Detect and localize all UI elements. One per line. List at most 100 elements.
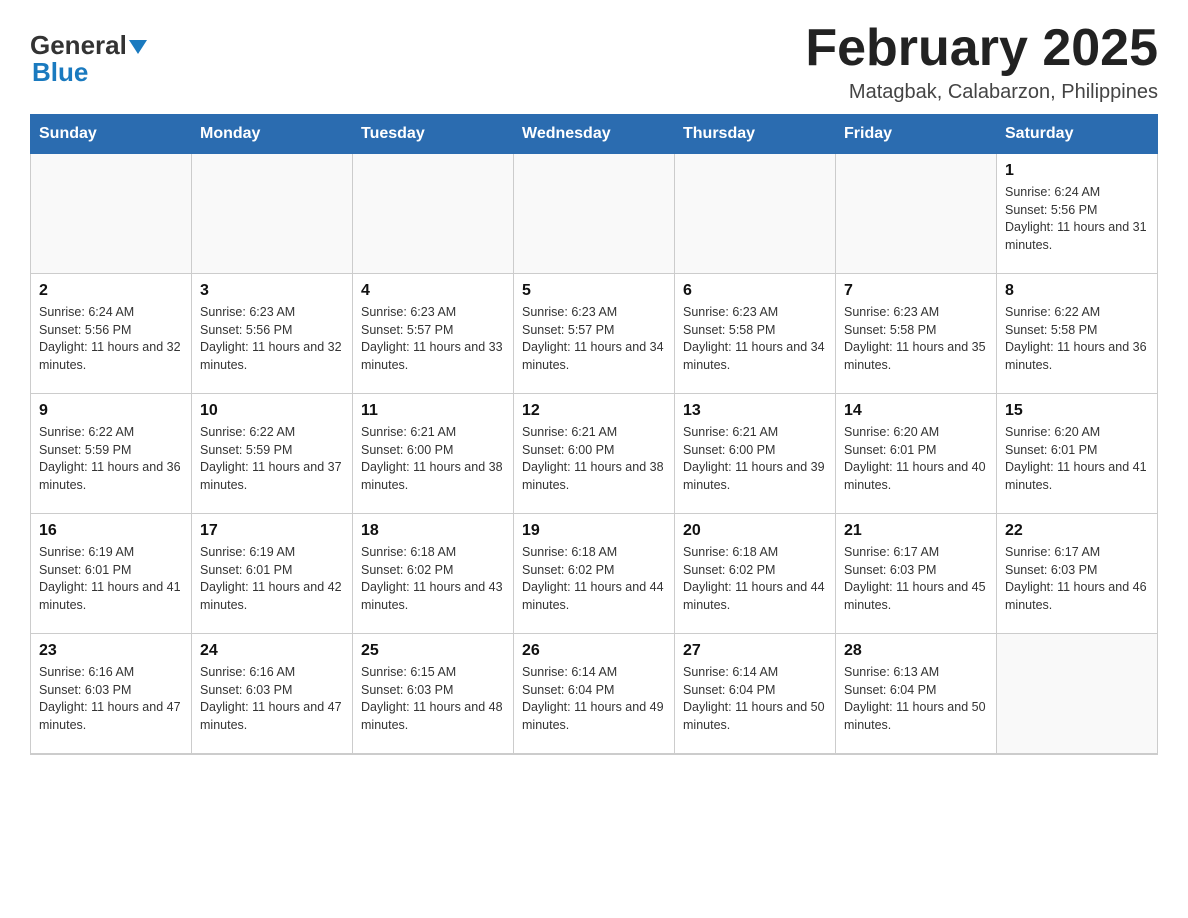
- calendar-day-cell: 26 Sunrise: 6:14 AMSunset: 6:04 PMDayligh…: [514, 634, 675, 754]
- day-number: 5: [522, 282, 666, 300]
- day-number: 1: [1005, 162, 1149, 180]
- calendar-week-row: 16 Sunrise: 6:19 AMSunset: 6:01 PMDayligh…: [31, 514, 1158, 634]
- page-header: General Blue February 2025 Matagbak, Cal…: [30, 20, 1158, 104]
- calendar-week-row: 1 Sunrise: 6:24 AMSunset: 5:56 PMDaylight…: [31, 154, 1158, 274]
- day-number: 21: [844, 522, 988, 540]
- day-info: Sunrise: 6:23 AMSunset: 5:57 PMDaylight:…: [361, 304, 505, 374]
- day-info: Sunrise: 6:22 AMSunset: 5:59 PMDaylight:…: [39, 424, 183, 494]
- day-info: Sunrise: 6:18 AMSunset: 6:02 PMDaylight:…: [361, 544, 505, 614]
- day-info: Sunrise: 6:21 AMSunset: 6:00 PMDaylight:…: [522, 424, 666, 494]
- calendar-day-cell: 9 Sunrise: 6:22 AMSunset: 5:59 PMDaylight…: [31, 394, 192, 514]
- calendar-day-cell: 11 Sunrise: 6:21 AMSunset: 6:00 PMDayligh…: [353, 394, 514, 514]
- day-info: Sunrise: 6:19 AMSunset: 6:01 PMDaylight:…: [200, 544, 344, 614]
- day-number: 13: [683, 402, 827, 420]
- calendar-day-cell: [514, 154, 675, 274]
- day-info: Sunrise: 6:20 AMSunset: 6:01 PMDaylight:…: [1005, 424, 1149, 494]
- day-number: 4: [361, 282, 505, 300]
- weekday-header-thursday: Thursday: [675, 115, 836, 154]
- calendar-day-cell: 23 Sunrise: 6:16 AMSunset: 6:03 PMDayligh…: [31, 634, 192, 754]
- calendar-day-cell: 6 Sunrise: 6:23 AMSunset: 5:58 PMDaylight…: [675, 274, 836, 394]
- day-number: 12: [522, 402, 666, 420]
- day-number: 6: [683, 282, 827, 300]
- calendar-day-cell: [675, 154, 836, 274]
- day-number: 9: [39, 402, 183, 420]
- calendar-day-cell: 12 Sunrise: 6:21 AMSunset: 6:00 PMDayligh…: [514, 394, 675, 514]
- calendar-day-cell: 21 Sunrise: 6:17 AMSunset: 6:03 PMDayligh…: [836, 514, 997, 634]
- calendar-day-cell: 5Sunrise: 6:23 AMSunset: 5:57 PMDaylight…: [514, 274, 675, 394]
- day-info: Sunrise: 6:18 AMSunset: 6:02 PMDaylight:…: [683, 544, 827, 614]
- calendar-day-cell: 1 Sunrise: 6:24 AMSunset: 5:56 PMDaylight…: [997, 154, 1158, 274]
- day-info: Sunrise: 6:23 AMSunset: 5:58 PMDaylight:…: [683, 304, 827, 374]
- day-info: Sunrise: 6:22 AMSunset: 5:59 PMDaylight:…: [200, 424, 344, 494]
- day-number: 14: [844, 402, 988, 420]
- calendar-day-cell: 2 Sunrise: 6:24 AMSunset: 5:56 PMDaylight…: [31, 274, 192, 394]
- day-info: Sunrise: 6:17 AMSunset: 6:03 PMDaylight:…: [844, 544, 988, 614]
- day-number: 22: [1005, 522, 1149, 540]
- day-info: Sunrise: 6:21 AMSunset: 6:00 PMDaylight:…: [683, 424, 827, 494]
- day-info: Sunrise: 6:21 AMSunset: 6:00 PMDaylight:…: [361, 424, 505, 494]
- calendar-day-cell: [31, 154, 192, 274]
- calendar-day-cell: 10 Sunrise: 6:22 AMSunset: 5:59 PMDayligh…: [192, 394, 353, 514]
- calendar-day-cell: 20 Sunrise: 6:18 AMSunset: 6:02 PMDayligh…: [675, 514, 836, 634]
- day-info: Sunrise: 6:18 AMSunset: 6:02 PMDaylight:…: [522, 544, 666, 614]
- day-info: Sunrise: 6:24 AMSunset: 5:56 PMDaylight:…: [1005, 184, 1149, 254]
- day-info: Sunrise: 6:20 AMSunset: 6:01 PMDaylight:…: [844, 424, 988, 494]
- day-number: 3: [200, 282, 344, 300]
- calendar-day-cell: 17 Sunrise: 6:19 AMSunset: 6:01 PMDayligh…: [192, 514, 353, 634]
- calendar-day-cell: 25 Sunrise: 6:15 AMSunset: 6:03 PMDayligh…: [353, 634, 514, 754]
- calendar-day-cell: 22Sunrise: 6:17 AMSunset: 6:03 PMDayligh…: [997, 514, 1158, 634]
- calendar-day-cell: 13 Sunrise: 6:21 AMSunset: 6:00 PMDayligh…: [675, 394, 836, 514]
- day-number: 28: [844, 642, 988, 660]
- weekday-header-sunday: Sunday: [31, 115, 192, 154]
- weekday-header-friday: Friday: [836, 115, 997, 154]
- weekday-header-tuesday: Tuesday: [353, 115, 514, 154]
- calendar-day-cell: [997, 634, 1158, 754]
- day-number: 15: [1005, 402, 1149, 420]
- logo-triangle-icon: [127, 30, 149, 61]
- calendar-week-row: 23 Sunrise: 6:16 AMSunset: 6:03 PMDayligh…: [31, 634, 1158, 754]
- calendar-day-cell: 8Sunrise: 6:22 AMSunset: 5:58 PMDaylight…: [997, 274, 1158, 394]
- weekday-header-saturday: Saturday: [997, 115, 1158, 154]
- day-number: 10: [200, 402, 344, 420]
- day-info: Sunrise: 6:19 AMSunset: 6:01 PMDaylight:…: [39, 544, 183, 614]
- day-number: 23: [39, 642, 183, 660]
- calendar-header-row: SundayMondayTuesdayWednesdayThursdayFrid…: [31, 115, 1158, 154]
- calendar-day-cell: 16 Sunrise: 6:19 AMSunset: 6:01 PMDayligh…: [31, 514, 192, 634]
- day-number: 25: [361, 642, 505, 660]
- day-number: 2: [39, 282, 183, 300]
- calendar-week-row: 9 Sunrise: 6:22 AMSunset: 5:59 PMDaylight…: [31, 394, 1158, 514]
- day-number: 26: [522, 642, 666, 660]
- day-number: 7: [844, 282, 988, 300]
- logo-blue: Blue: [32, 57, 88, 88]
- calendar-day-cell: 18Sunrise: 6:18 AMSunset: 6:02 PMDayligh…: [353, 514, 514, 634]
- calendar-day-cell: 4 Sunrise: 6:23 AMSunset: 5:57 PMDaylight…: [353, 274, 514, 394]
- calendar-subtitle: Matagbak, Calabarzon, Philippines: [805, 81, 1158, 104]
- day-number: 19: [522, 522, 666, 540]
- day-info: Sunrise: 6:22 AMSunset: 5:58 PMDaylight:…: [1005, 304, 1149, 374]
- weekday-header-wednesday: Wednesday: [514, 115, 675, 154]
- day-number: 27: [683, 642, 827, 660]
- day-number: 17: [200, 522, 344, 540]
- day-info: Sunrise: 6:16 AMSunset: 6:03 PMDaylight:…: [200, 664, 344, 734]
- day-info: Sunrise: 6:14 AMSunset: 6:04 PMDaylight:…: [522, 664, 666, 734]
- day-number: 20: [683, 522, 827, 540]
- title-section: February 2025 Matagbak, Calabarzon, Phil…: [805, 20, 1158, 104]
- calendar-day-cell: 28 Sunrise: 6:13 AMSunset: 6:04 PMDayligh…: [836, 634, 997, 754]
- day-info: Sunrise: 6:23 AMSunset: 5:58 PMDaylight:…: [844, 304, 988, 374]
- day-info: Sunrise: 6:24 AMSunset: 5:56 PMDaylight:…: [39, 304, 183, 374]
- calendar-day-cell: 19 Sunrise: 6:18 AMSunset: 6:02 PMDayligh…: [514, 514, 675, 634]
- calendar-table: SundayMondayTuesdayWednesdayThursdayFrid…: [30, 114, 1158, 755]
- calendar-day-cell: 27 Sunrise: 6:14 AMSunset: 6:04 PMDayligh…: [675, 634, 836, 754]
- day-info: Sunrise: 6:23 AMSunset: 5:56 PMDaylight:…: [200, 304, 344, 374]
- day-info: Sunrise: 6:13 AMSunset: 6:04 PMDaylight:…: [844, 664, 988, 734]
- calendar-day-cell: 15 Sunrise: 6:20 AMSunset: 6:01 PMDayligh…: [997, 394, 1158, 514]
- logo: General Blue: [30, 30, 149, 88]
- calendar-day-cell: [192, 154, 353, 274]
- day-info: Sunrise: 6:16 AMSunset: 6:03 PMDaylight:…: [39, 664, 183, 734]
- calendar-day-cell: 24 Sunrise: 6:16 AMSunset: 6:03 PMDayligh…: [192, 634, 353, 754]
- day-number: 16: [39, 522, 183, 540]
- day-info: Sunrise: 6:14 AMSunset: 6:04 PMDaylight:…: [683, 664, 827, 734]
- day-number: 11: [361, 402, 505, 420]
- day-info: Sunrise: 6:15 AMSunset: 6:03 PMDaylight:…: [361, 664, 505, 734]
- day-number: 24: [200, 642, 344, 660]
